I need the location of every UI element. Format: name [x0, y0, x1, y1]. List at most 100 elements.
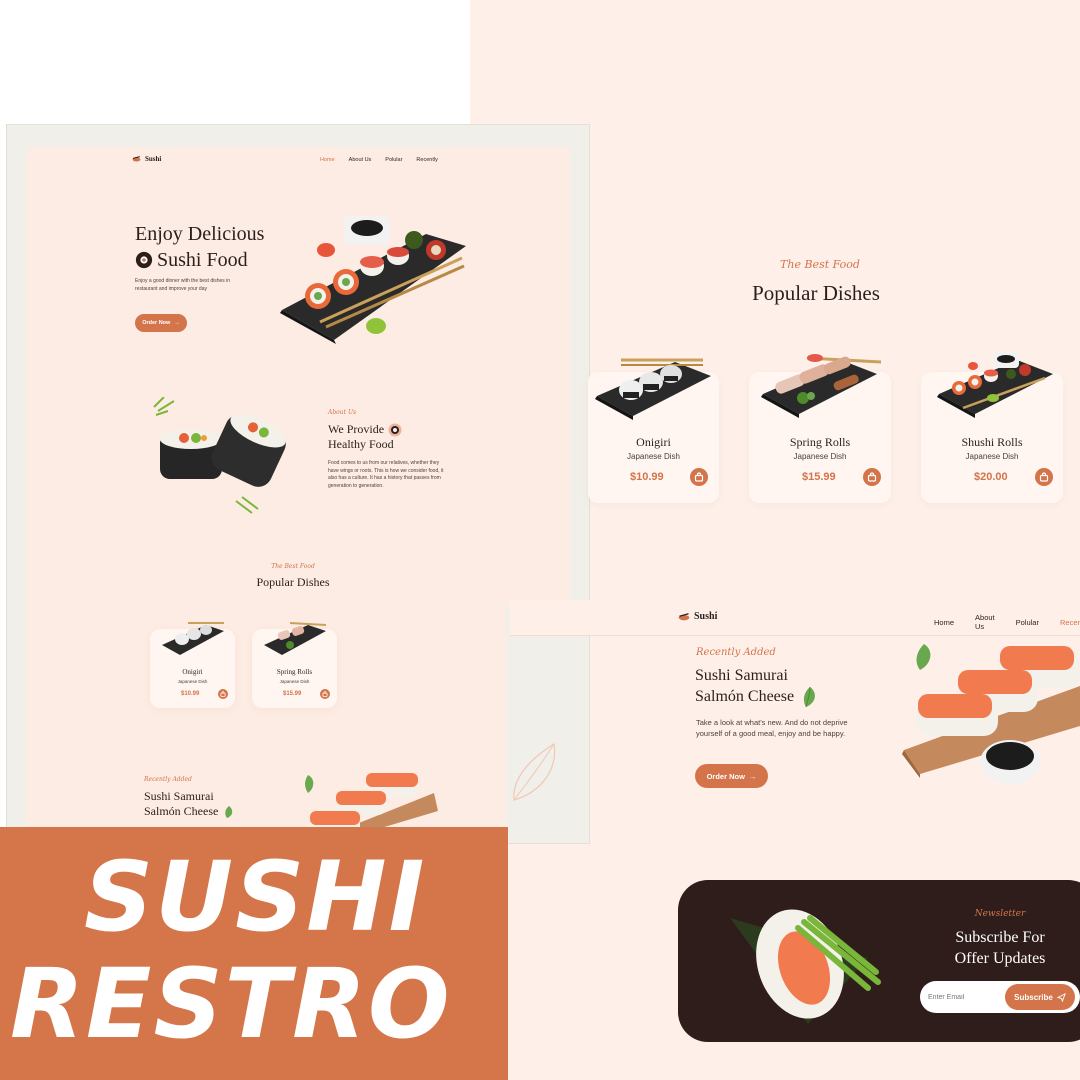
dish-price-onigiri: $10.99: [630, 471, 664, 483]
left-dish-sub-1: Japanese Dish: [177, 679, 208, 684]
leaf-icon: [804, 686, 816, 708]
banner-line1: SUSHI: [84, 841, 427, 953]
sushi-logo-icon: [132, 156, 141, 162]
left-nav-home[interactable]: Home: [320, 157, 335, 163]
left-about-title: We Provide Healthy Food: [328, 422, 402, 452]
add-to-bag-shushi-rolls[interactable]: [1035, 468, 1053, 486]
newsletter-tag: Newsletter: [974, 909, 1026, 919]
add-to-bag-onigiri[interactable]: [690, 468, 708, 486]
left-recent-line1: Sushi Samurai: [144, 789, 214, 803]
dish-price-spring-rolls: $15.99: [802, 471, 836, 483]
shopping-bag-icon: [867, 472, 877, 482]
left-nav-popular[interactable]: Polular: [385, 157, 402, 163]
sushi-badge-icon: [135, 251, 153, 269]
popular-title: Popular Dishes: [752, 281, 880, 305]
recent-order-label: Order Now: [706, 771, 745, 781]
recent-line1: Sushi Samurai: [695, 667, 788, 684]
left-dish-card-1[interactable]: Onigiri Japanese Dish $10.99: [150, 622, 235, 708]
recent-line2: Salmón Cheese: [695, 688, 795, 705]
right-nav-popular[interactable]: Polular: [1016, 618, 1039, 627]
left-nav-about[interactable]: About Us: [349, 157, 372, 163]
left-hero-line2: Sushi Food: [157, 249, 248, 271]
left-bag-button-2[interactable]: [320, 689, 330, 699]
title-banner: SUSHI RESTRO: [0, 827, 508, 1080]
subscribe-label: Subscribe: [1014, 992, 1053, 1002]
left-about-tag: About Us: [328, 409, 357, 416]
left-nav-recently[interactable]: Recently: [416, 157, 437, 163]
left-recent-line2: Salmón Cheese: [144, 804, 219, 818]
left-hero-title: Enjoy Delicious Sushi Food: [135, 221, 264, 273]
right-brand-text: Sushi: [694, 611, 718, 622]
left-site-preview-lower: Onigiri Japanese Dish $10.99 Spring Roll…: [26, 605, 506, 845]
send-icon: [1056, 992, 1066, 1002]
newsletter-email-input[interactable]: [928, 988, 1002, 1006]
left-recent-tag: Recently Added: [144, 776, 192, 783]
left-dish-sub-2: Japanese Dish: [279, 679, 310, 684]
temaki-cone-image: [730, 909, 881, 1024]
left-dish-card-2[interactable]: Spring Rolls Japanese Dish $15.99: [252, 622, 337, 708]
right-nav-recently[interactable]: Recently: [1060, 618, 1080, 627]
newsletter-line1: Subscribe For: [955, 929, 1045, 946]
newsletter-form: Subscribe: [920, 981, 1080, 1013]
sushi-roll-icon: [388, 423, 402, 436]
right-navbar: Sushi Home About Us Polular Recently: [510, 600, 1080, 636]
add-to-bag-spring-rolls[interactable]: [863, 468, 881, 486]
dish-sub-onigiri: Japanese Dish: [627, 452, 680, 461]
newsletter-subscribe-button[interactable]: Subscribe: [1005, 984, 1075, 1010]
dish-card-spring-rolls[interactable]: Spring Rolls Japanese Dish $15.99: [749, 354, 891, 503]
shopping-bag-icon: [322, 691, 328, 697]
right-nav-links: Home About Us Polular Recently: [934, 613, 1080, 631]
left-hero-order-button[interactable]: Order Now →: [135, 314, 187, 332]
left-hero-sushi-board-image: [280, 216, 466, 344]
shopping-bag-icon: [220, 691, 226, 697]
dish-name-onigiri: Onigiri: [636, 435, 671, 449]
newsletter-line2: Offer Updates: [954, 950, 1046, 967]
arrow-right-icon: →: [748, 771, 757, 781]
dish-sub-shushi-rolls: Japanese Dish: [965, 452, 1019, 461]
dish-name-shushi-rolls: Shushi Rolls: [961, 435, 1023, 449]
left-dish-name-1: Onigiri: [182, 668, 203, 676]
left-dish-price-2: $15.99: [283, 691, 302, 697]
dish-card-onigiri[interactable]: Onigiri Japanese Dish $10.99: [588, 358, 719, 503]
shopping-bag-icon: [694, 472, 704, 482]
recent-tag: Recently Added: [696, 647, 776, 658]
left-popular-title: Popular Dishes: [256, 575, 330, 589]
dish-sub-spring-rolls: Japanese Dish: [793, 452, 847, 461]
leaf-icon: [225, 805, 233, 818]
shushi-rolls-image: [937, 352, 1053, 418]
popular-tag: The Best Food: [780, 258, 860, 271]
left-logo[interactable]: Sushi: [132, 155, 161, 163]
leaf-outline-decoration: [513, 743, 556, 801]
newsletter-title: Subscribe For Offer Updates: [920, 927, 1080, 969]
dish-card-shushi-rolls[interactable]: Shushi Rolls Japanese Dish $20.00: [921, 352, 1063, 503]
left-brand-text: Sushi: [145, 155, 162, 163]
right-logo[interactable]: Sushi: [678, 611, 717, 622]
sushi-logo-icon: [678, 612, 690, 620]
left-dish-image-2: [264, 622, 327, 655]
shopping-bag-icon: [1039, 472, 1049, 482]
left-hero-desc: Enjoy a good dinner with the best dishes…: [135, 278, 231, 292]
left-about-line2: Healthy Food: [328, 437, 394, 451]
dish-name-spring-rolls: Spring Rolls: [789, 435, 851, 449]
dish-price-shushi-rolls: $20.00: [974, 471, 1008, 483]
left-dish-image-1: [162, 622, 224, 655]
left-dish-price-1: $10.99: [181, 691, 200, 697]
left-recent-title: Sushi Samurai Salmón Cheese: [144, 789, 234, 819]
left-about-desc: Food comes to us from our relatives, whe…: [328, 460, 444, 489]
left-nav: Home About Us Polular Recently: [320, 157, 438, 163]
newsletter-section: Newsletter Subscribe For Offer Updates S…: [678, 880, 1080, 1042]
left-about-sushi-rolls-image: [153, 397, 286, 514]
left-popular-tag: The Best Food: [271, 563, 315, 570]
left-hero-order-label: Order Now: [142, 320, 171, 326]
right-nav-home[interactable]: Home: [934, 618, 954, 627]
recent-title: Sushi Samurai Salmón Cheese: [695, 666, 818, 708]
banner-line2: RESTRO: [10, 948, 452, 1060]
spring-rolls-image: [761, 354, 882, 418]
recent-order-button[interactable]: Order Now →: [695, 764, 768, 788]
left-about-line1: We Provide: [328, 422, 385, 436]
left-bag-button-1[interactable]: [218, 689, 228, 699]
salmon-nigiri-board-image: [902, 644, 1080, 784]
left-dish-name-2: Spring Rolls: [276, 668, 313, 676]
right-nav-about[interactable]: About Us: [975, 613, 995, 631]
onigiri-image: [595, 358, 711, 420]
